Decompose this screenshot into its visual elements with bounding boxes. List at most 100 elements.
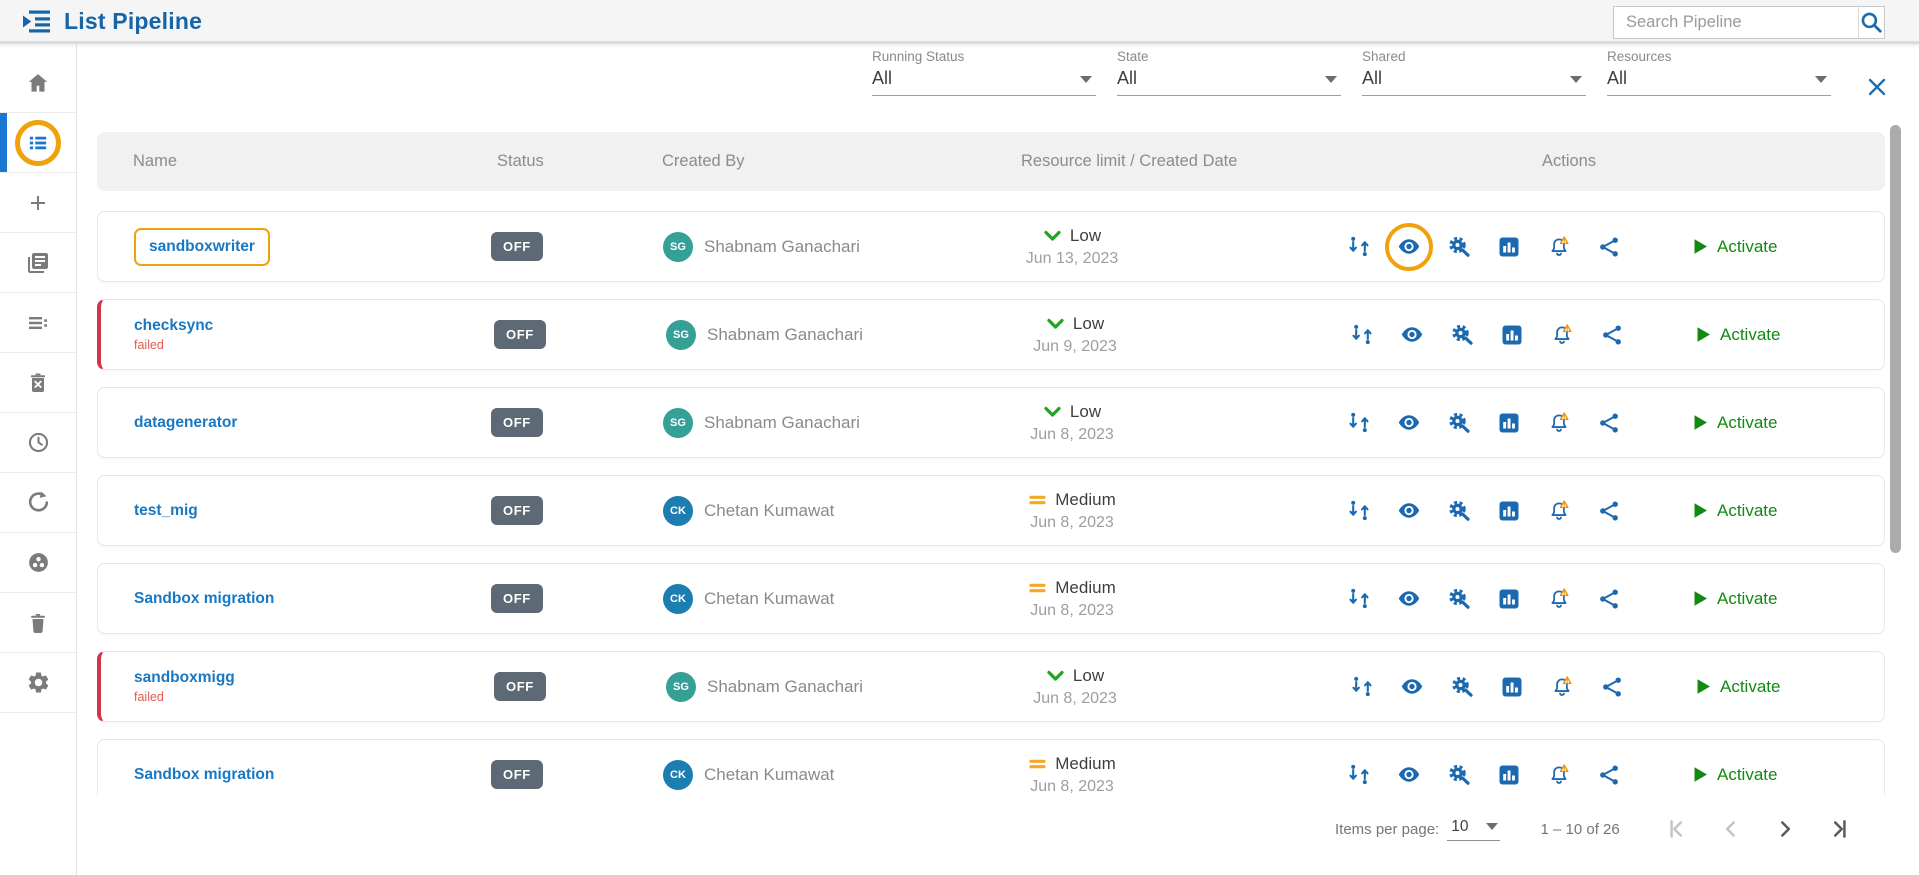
activate-label: Activate — [1720, 677, 1780, 697]
pipeline-name-link[interactable]: Sandbox migration — [134, 766, 274, 784]
last-page-button[interactable] — [1826, 816, 1852, 842]
activate-label: Activate — [1717, 237, 1777, 257]
share-icon[interactable] — [1597, 410, 1621, 436]
next-page-button[interactable] — [1772, 816, 1798, 842]
resource-limit[interactable]: Medium Jun 8, 2023 — [1022, 490, 1122, 532]
pipeline-name-link[interactable]: checksync — [134, 317, 213, 335]
pipeline-flow-icon[interactable] — [1347, 586, 1371, 612]
preview-eye-icon[interactable] — [1400, 674, 1424, 700]
close-filters-button[interactable] — [1864, 74, 1890, 100]
share-icon[interactable] — [1597, 762, 1621, 788]
preview-eye-icon[interactable] — [1397, 586, 1421, 612]
resource-limit[interactable]: Medium Jun 8, 2023 — [1022, 754, 1122, 796]
resource-limit[interactable]: Medium Jun 8, 2023 — [1022, 578, 1122, 620]
statistics-icon[interactable] — [1497, 234, 1521, 260]
sidebar-item-settings[interactable] — [0, 653, 76, 713]
pagination-nav — [1664, 816, 1852, 842]
sidebar-item-group[interactable] — [0, 533, 76, 593]
search-input[interactable] — [1614, 7, 1858, 38]
statistics-icon[interactable] — [1497, 586, 1521, 612]
share-icon[interactable] — [1600, 322, 1624, 348]
activate-button[interactable]: Activate — [1696, 677, 1780, 697]
filter-state[interactable]: State All — [1117, 48, 1341, 96]
activate-button[interactable]: Activate — [1693, 589, 1777, 609]
filter-resources[interactable]: Resources All — [1607, 48, 1831, 96]
statistics-icon[interactable] — [1500, 674, 1524, 700]
sidebar-item-delete[interactable] — [0, 593, 76, 653]
pipeline-flow-icon[interactable] — [1350, 674, 1374, 700]
preview-eye-icon[interactable] — [1397, 762, 1421, 788]
statistics-icon[interactable] — [1497, 498, 1521, 524]
sidebar-item-refresh[interactable] — [0, 473, 76, 533]
statistics-icon[interactable] — [1497, 762, 1521, 788]
pipeline-name-link[interactable]: sandboxwriter — [134, 228, 270, 266]
filter-running-status[interactable]: Running Status All — [872, 48, 1096, 96]
preview-eye-icon[interactable] — [1397, 498, 1421, 524]
sidebar-item-pipeline-list[interactable] — [0, 113, 76, 173]
previous-page-button[interactable] — [1718, 816, 1744, 842]
notifications-alert-icon[interactable] — [1547, 410, 1571, 436]
filter-shared[interactable]: Shared All — [1362, 48, 1586, 96]
pagination: Items per page: 10 1 – 10 of 26 — [1335, 816, 1852, 842]
statistics-icon[interactable] — [1497, 410, 1521, 436]
sidebar-item-history[interactable] — [0, 413, 76, 473]
pipeline-settings-icon[interactable] — [1447, 498, 1471, 524]
resource-limit[interactable]: Low Jun 13, 2023 — [1022, 226, 1122, 268]
pipeline-settings-icon[interactable] — [1450, 674, 1474, 700]
activate-label: Activate — [1720, 325, 1780, 345]
sidebar-item-delete-sweep[interactable] — [0, 353, 76, 413]
resource-limit[interactable]: Low Jun 9, 2023 — [1025, 314, 1125, 356]
pipeline-name-link[interactable]: test_mig — [134, 502, 198, 520]
group-icon — [26, 550, 51, 575]
activate-button[interactable]: Activate — [1693, 501, 1777, 521]
notifications-alert-icon[interactable] — [1547, 586, 1571, 612]
items-per-page-select[interactable]: 10 — [1447, 818, 1500, 841]
scrollbar[interactable] — [1890, 125, 1901, 553]
notifications-alert-icon[interactable] — [1547, 498, 1571, 524]
activate-button[interactable]: Activate — [1693, 237, 1777, 257]
share-icon[interactable] — [1597, 586, 1621, 612]
first-page-button[interactable] — [1664, 816, 1690, 842]
share-icon[interactable] — [1600, 674, 1624, 700]
pipeline-name-link[interactable]: sandboxmigg — [134, 669, 235, 687]
activate-button[interactable]: Activate — [1696, 325, 1780, 345]
playlist-icon — [22, 8, 52, 35]
resource-limit[interactable]: Low Jun 8, 2023 — [1025, 666, 1125, 708]
pipeline-flow-icon[interactable] — [1350, 322, 1374, 348]
created-by-name: Shabnam Ganachari — [704, 413, 860, 433]
statistics-icon[interactable] — [1500, 322, 1524, 348]
pipeline-flow-icon[interactable] — [1347, 498, 1371, 524]
pipeline-name-link[interactable]: datagenerator — [134, 414, 237, 432]
sidebar-item-home[interactable] — [0, 53, 76, 113]
pipeline-settings-icon[interactable] — [1447, 586, 1471, 612]
pipeline-name-link[interactable]: Sandbox migration — [134, 590, 274, 608]
share-icon[interactable] — [1597, 234, 1621, 260]
preview-eye-icon[interactable] — [1397, 234, 1421, 260]
share-icon[interactable] — [1597, 498, 1621, 524]
notifications-alert-icon[interactable] — [1547, 762, 1571, 788]
pipeline-flow-icon[interactable] — [1347, 234, 1371, 260]
preview-eye-icon[interactable] — [1400, 322, 1424, 348]
play-icon — [1693, 414, 1708, 431]
pipeline-flow-icon[interactable] — [1347, 410, 1371, 436]
notifications-alert-icon[interactable] — [1547, 234, 1571, 260]
pipeline-settings-icon[interactable] — [1447, 762, 1471, 788]
preview-eye-icon[interactable] — [1397, 410, 1421, 436]
play-icon — [1696, 678, 1711, 695]
pipeline-settings-icon[interactable] — [1447, 234, 1471, 260]
activate-button[interactable]: Activate — [1693, 413, 1777, 433]
search-button[interactable] — [1858, 7, 1884, 38]
pipeline-flow-icon[interactable] — [1347, 762, 1371, 788]
activate-button[interactable]: Activate — [1693, 765, 1777, 785]
delete-icon — [26, 611, 50, 635]
chevron-down-icon — [1815, 76, 1827, 83]
resource-limit[interactable]: Low Jun 8, 2023 — [1022, 402, 1122, 444]
sidebar-item-copy-pipeline[interactable] — [0, 233, 76, 293]
notifications-alert-icon[interactable] — [1550, 674, 1574, 700]
pipeline-settings-icon[interactable] — [1450, 322, 1474, 348]
notifications-alert-icon[interactable] — [1550, 322, 1574, 348]
medium-priority-icon — [1028, 581, 1047, 595]
sidebar-item-pipeline-details[interactable] — [0, 293, 76, 353]
sidebar-item-add-pipeline[interactable] — [0, 173, 76, 233]
pipeline-settings-icon[interactable] — [1447, 410, 1471, 436]
